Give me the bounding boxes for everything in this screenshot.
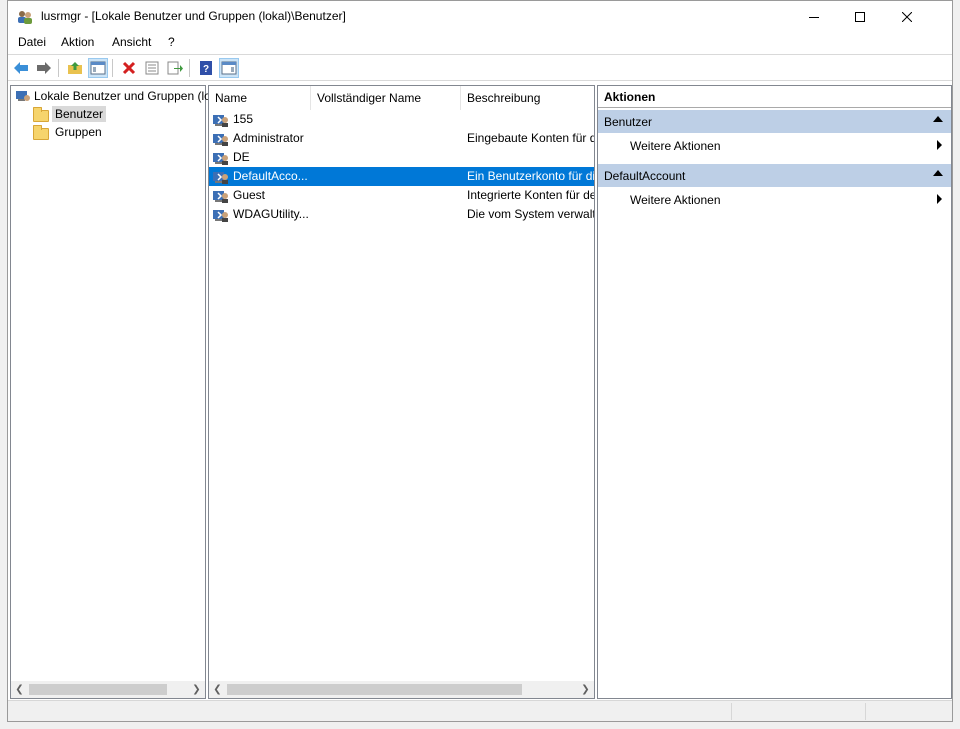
show-actions-icon (221, 61, 237, 75)
help-button[interactable]: ? (196, 58, 216, 78)
cell-description: Die vom System verwalt (467, 207, 594, 221)
up-folder-button[interactable] (65, 58, 85, 78)
status-bar (8, 700, 952, 721)
status-divider (865, 703, 866, 720)
action-label: Weitere Aktionen (630, 139, 721, 153)
export-icon (167, 61, 183, 75)
forward-button[interactable] (34, 58, 54, 78)
user-icon (213, 153, 228, 165)
cell-description: Eingebaute Konten für d (467, 131, 594, 145)
close-button[interactable] (884, 1, 930, 32)
scroll-left-icon[interactable]: ❮ (11, 681, 28, 698)
submenu-arrow-icon (937, 140, 942, 150)
up-folder-icon (68, 62, 82, 74)
back-button[interactable] (11, 58, 31, 78)
tree-horizontal-scrollbar[interactable]: ❮ ❯ (11, 681, 205, 698)
action-weitere-aktionen[interactable]: Weitere Aktionen (598, 188, 951, 210)
toolbar-separator (189, 59, 190, 77)
table-row[interactable]: DE (209, 148, 594, 167)
console-tree: Lokale Benutzer und Gruppen (lo Benutzer… (10, 85, 211, 699)
actions-pane: Aktionen Benutzer Weitere Aktionen Defau… (597, 85, 952, 699)
collapse-up-icon[interactable] (933, 170, 943, 176)
title-bar: lusrmgr - [Lokale Benutzer und Gruppen (… (8, 1, 952, 32)
menu-bar: Datei Aktion Ansicht ? (8, 32, 952, 53)
user-icon (213, 134, 228, 146)
actions-header: Aktionen (598, 86, 951, 108)
tree-item-benutzer[interactable]: Benutzer (33, 105, 107, 123)
users-app-icon (18, 11, 32, 24)
toolbar-separator (58, 59, 59, 77)
user-icon (213, 210, 228, 222)
table-row[interactable]: WDAGUtility... Die vom System verwalt (209, 205, 594, 224)
folder-icon (33, 124, 49, 140)
maximize-icon (855, 11, 865, 22)
column-header-description[interactable]: Beschreibung (461, 86, 594, 110)
properties-button[interactable] (142, 58, 162, 78)
menu-datei[interactable]: Datei (18, 35, 46, 49)
tree-root-label: Lokale Benutzer und Gruppen (lo (34, 89, 211, 103)
table-row[interactable]: Guest Integrierte Konten für de (209, 186, 594, 205)
actions-group-defaultaccount[interactable]: DefaultAccount (598, 164, 951, 187)
column-header-name[interactable]: Name (209, 86, 311, 110)
show-tree-icon (90, 61, 106, 75)
scroll-right-icon[interactable]: ❯ (188, 681, 205, 698)
tree-root[interactable]: Lokale Benutzer und Gruppen (lo (15, 87, 214, 105)
mmc-window: lusrmgr - [Lokale Benutzer und Gruppen (… (7, 0, 953, 722)
user-icon (213, 115, 228, 127)
table-row[interactable]: 155 (209, 110, 594, 129)
users-groups-icon (16, 91, 30, 101)
delete-button[interactable] (119, 58, 139, 78)
export-button[interactable] (165, 58, 185, 78)
scroll-right-icon[interactable]: ❯ (577, 681, 594, 698)
cell-name: WDAGUtility... (233, 207, 309, 221)
minimize-button[interactable] (791, 1, 837, 32)
actions-group-benutzer[interactable]: Benutzer (598, 110, 951, 133)
action-weitere-aktionen[interactable]: Weitere Aktionen (598, 134, 951, 156)
user-icon (213, 191, 228, 203)
menu-help[interactable]: ? (168, 35, 175, 49)
cell-name: Guest (233, 188, 266, 202)
menu-aktion[interactable]: Aktion (61, 35, 94, 49)
tree-item-label: Benutzer (52, 106, 107, 122)
properties-icon (145, 61, 159, 75)
window-title: lusrmgr - [Lokale Benutzer und Gruppen (… (41, 9, 346, 23)
scrollbar-thumb[interactable] (227, 684, 522, 695)
scroll-left-icon[interactable]: ❮ (209, 681, 226, 698)
action-label: Weitere Aktionen (630, 193, 721, 207)
user-icon (213, 172, 228, 184)
help-icon: ? (200, 61, 212, 75)
scrollbar-thumb[interactable] (29, 684, 167, 695)
folder-icon (33, 106, 49, 122)
delete-icon (122, 61, 136, 75)
user-list: Name Vollständiger Name Beschreibung 155… (208, 85, 595, 699)
cell-name: Administrator (233, 131, 304, 145)
tree-item-label: Gruppen (55, 125, 102, 139)
cell-name: DE (233, 150, 250, 164)
toolbar-separator (112, 59, 113, 77)
submenu-arrow-icon (937, 194, 942, 204)
show-actions-button[interactable] (219, 58, 239, 78)
cell-description: Ein Benutzerkonto für di (467, 169, 594, 183)
cell-description: Integrierte Konten für de (467, 188, 594, 202)
collapse-up-icon[interactable] (933, 116, 943, 122)
table-row[interactable]: DefaultAcco... Ein Benutzerkonto für di (209, 167, 594, 186)
back-icon (14, 62, 28, 74)
table-row[interactable]: Administrator Eingebaute Konten für d (209, 129, 594, 148)
status-divider (731, 703, 732, 720)
actions-group-title: DefaultAccount (604, 169, 686, 183)
toolbar: ? (8, 54, 952, 81)
svg-text:?: ? (203, 64, 209, 75)
column-header-fullname[interactable]: Vollständiger Name (311, 86, 461, 110)
tree-item-gruppen[interactable]: Gruppen (33, 123, 105, 141)
show-tree-button[interactable] (88, 58, 108, 78)
minimize-icon (809, 16, 819, 18)
cell-name: DefaultAcco... (233, 169, 308, 183)
list-horizontal-scrollbar[interactable]: ❮ ❯ (209, 681, 594, 698)
close-icon (902, 11, 912, 22)
cell-name: 155 (233, 112, 254, 126)
maximize-button[interactable] (837, 1, 883, 32)
forward-icon (37, 62, 51, 74)
actions-group-title: Benutzer (604, 115, 653, 129)
menu-ansicht[interactable]: Ansicht (112, 35, 151, 49)
